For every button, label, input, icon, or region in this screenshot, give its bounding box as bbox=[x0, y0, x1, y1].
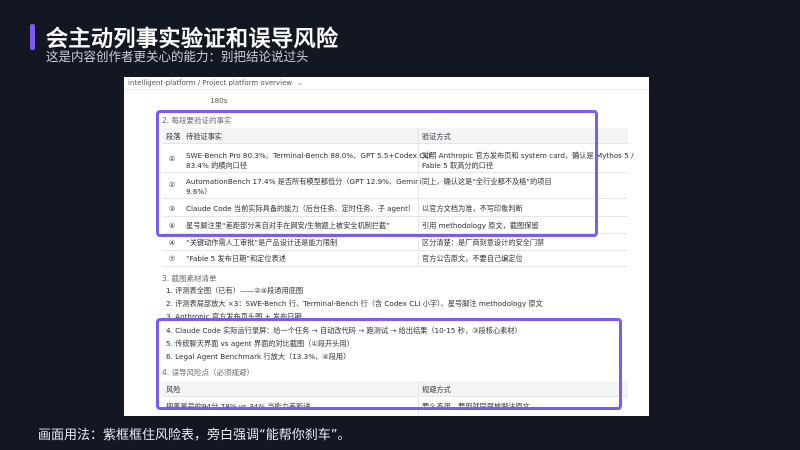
list-item: 4. Claude Code 实际运行录屏：给一个任务 → 自动改代码 → 跑测… bbox=[166, 326, 522, 335]
risk-col-risk: 风险 bbox=[166, 385, 181, 394]
table-row-fact-line2: 83.4% 的横向口径 bbox=[186, 161, 248, 170]
table-row-fact: “关键动作需人工审批”是产品设计还是能力限制 bbox=[186, 238, 338, 247]
table-row-avoid: 要么不用，要用就同屏放脚注原文 bbox=[422, 402, 530, 411]
title-accent-bar bbox=[30, 24, 35, 50]
slide-caption: 画面用法：紫框框住风险表，旁白强调“能帮你刹车”。 bbox=[38, 428, 351, 443]
risk-col-avoid: 规避方式 bbox=[422, 385, 451, 394]
facts-col-fact: 待验证事实 bbox=[186, 132, 222, 141]
list-item: 2. 评测表局部放大 ×3：SWE-Bench 行、Terminal-Bench… bbox=[166, 299, 543, 308]
section-heading-facts: 2. 每段要验证的事实 bbox=[162, 116, 232, 125]
table-row-fact: Claude Code 当前实际具备的能力（后台任务、定时任务、子 agent） bbox=[186, 204, 416, 213]
table-row-method: 区分清楚：是厂商刻意设计的安全门禁 bbox=[422, 238, 545, 247]
table-row-method: 同上，确认这是“全行业都不及格”的项目 bbox=[422, 177, 552, 186]
section-heading-screenshots: 3. 截图素材清单 bbox=[162, 274, 217, 283]
table-row-fact-line2: 9.6%） bbox=[186, 187, 212, 196]
cut-off-text: 180s bbox=[210, 96, 228, 105]
table-row-fact: SWE-Bench Pro 80.3%、Terminal-Bench 88.0%… bbox=[186, 151, 431, 160]
table-row-num: ⑦ bbox=[168, 254, 176, 263]
table-row-method: 官方公告原文，不要自己编定位 bbox=[422, 254, 523, 263]
section-heading-risks: 4. 误导风险点（必须规避） bbox=[162, 368, 255, 377]
breadcrumb-path[interactable]: intelligent-platform / Project platform … bbox=[128, 79, 292, 87]
table-row-method-line2: Fable 5 取高分的口径 bbox=[422, 161, 494, 170]
chevron-down-icon[interactable]: ⌄ bbox=[297, 79, 303, 87]
table-row-fact: 星号脚注里“差距部分来自对手在网安/生物题上被安全机制拦截” bbox=[186, 221, 390, 230]
list-item: 3. Anthropic 官方发布页头图 + 发布日期 bbox=[166, 312, 302, 321]
breadcrumb[interactable]: intelligent-platform / Project platform … bbox=[124, 77, 649, 90]
table-row-num: ④ bbox=[168, 238, 176, 247]
table-row-num: ④ bbox=[168, 221, 176, 230]
table-row-num: ② bbox=[168, 180, 176, 189]
table-row-method: 以官方文档为准，不写印象判断 bbox=[422, 204, 523, 213]
table-row-fact: AutomationBench 17.4% 是否所有模型都低分（GPT 12.9… bbox=[186, 177, 422, 186]
table-row-method: 对照 Anthropic 官方发布页和 system card，确认是 Myth… bbox=[422, 151, 634, 160]
slide-subtitle: 这是内容创作者更关心的能力：别把结论说过头 bbox=[46, 49, 309, 64]
list-item: 1. 评测表全图（已有）——②④段通用底图 bbox=[166, 286, 304, 295]
facts-col-segment: 段落 bbox=[166, 132, 181, 141]
list-item: 6. Legal Agent Benchmark 行放大（13.3%，④段用） bbox=[166, 352, 351, 361]
table-row-num: ③ bbox=[168, 204, 176, 213]
table-row-fact: “Fable 5 发布日期”和定位表述 bbox=[186, 254, 286, 263]
table-row-num: ② bbox=[168, 154, 176, 163]
document-screenshot: intelligent-platform / Project platform … bbox=[124, 77, 649, 416]
table-row-risk: 把黑星号的94分 78% vs 34% 当能力差距讲 bbox=[166, 402, 311, 411]
facts-col-method: 验证方式 bbox=[422, 132, 451, 141]
facts-table-header bbox=[162, 128, 628, 143]
list-item: 5. 传统聊天界面 vs agent 界面的对比截图（①段开头用） bbox=[166, 339, 354, 348]
table-row-method: 引用 methodology 原文，截图保留 bbox=[422, 221, 539, 230]
risk-table-header bbox=[162, 381, 628, 396]
